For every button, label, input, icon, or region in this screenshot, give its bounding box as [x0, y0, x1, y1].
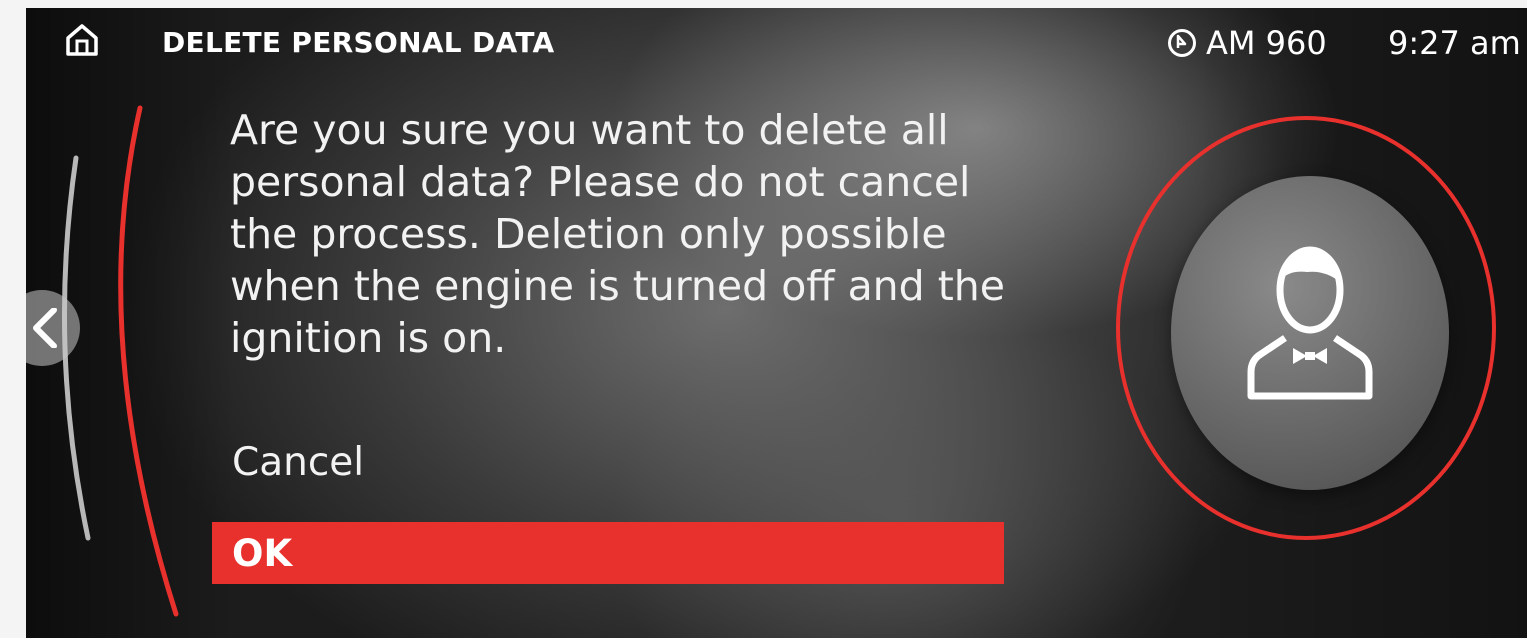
- display-screen: DELETE PERSONAL DATA AM 960 9:27 am Are …: [26, 8, 1527, 638]
- user-profile-icon: [1247, 246, 1373, 400]
- ok-button-label: OK: [232, 532, 293, 575]
- page-title: DELETE PERSONAL DATA: [162, 26, 555, 59]
- ok-button[interactable]: OK: [212, 522, 1004, 584]
- clock: 9:27 am: [1388, 24, 1521, 62]
- confirmation-message: Are you sure you want to delete all pers…: [230, 106, 1006, 362]
- radio-station: AM 960: [1206, 24, 1327, 62]
- profile-avatar[interactable]: [1171, 176, 1449, 490]
- chevron-left-icon: [33, 308, 57, 348]
- home-icon[interactable]: [64, 22, 100, 58]
- cancel-button[interactable]: Cancel: [232, 440, 364, 485]
- radio-preset-icon: [1168, 29, 1196, 57]
